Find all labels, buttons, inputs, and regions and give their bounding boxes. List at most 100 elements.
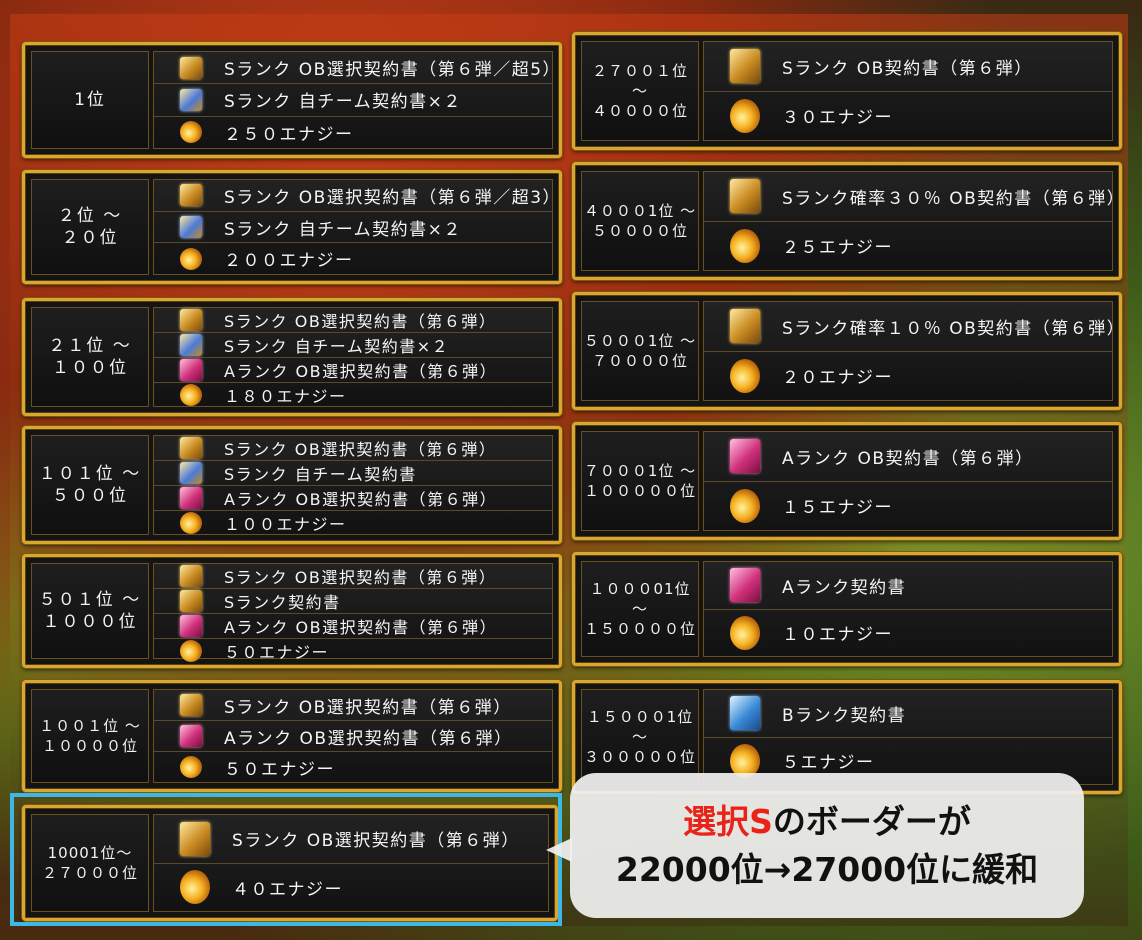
- reward-item-label: Aランク OB契約書（第６弾）: [782, 448, 1034, 469]
- reward-item-list: Bランク契約書 ５エナジー: [703, 689, 1113, 785]
- reward-item: ３０エナジー: [704, 90, 1112, 141]
- reward-item: Aランク契約書: [704, 562, 1112, 609]
- reward-item-label: Sランク 自チーム契約書×２: [224, 337, 450, 356]
- reward-item: １５エナジー: [704, 480, 1112, 531]
- reward-item-label: Sランク確率１０％ OB契約書（第６弾）: [782, 318, 1126, 339]
- reward-item-list: Sランク確率１０％ OB契約書（第６弾） ２０エナジー: [703, 301, 1124, 401]
- rank-range-label: １０００01位 ～ １５００００位: [581, 561, 699, 657]
- rank-range-label: １５０００1位 ～ ３０００００位: [581, 689, 699, 785]
- callout-bubble: 選択Sのボーダーが 22000位→27000位に緩和: [570, 773, 1084, 918]
- left-reward-row: ２１位 ～ １００位 Sランク OB選択契約書（第６弾） Sランク 自チーム契約書×…: [22, 298, 562, 416]
- reward-item-label: Sランク確率３０％ OB契約書（第６弾）: [782, 188, 1126, 209]
- reward-item-label: Sランク OB選択契約書（第６弾）: [224, 568, 497, 587]
- reward-item: １０エナジー: [704, 608, 1112, 657]
- left-reward-row: 1位 Sランク OB選択契約書（第６弾／超5） Sランク 自チーム契約書×２ ２５０エ…: [22, 42, 562, 158]
- reward-item-label: １８０エナジー: [224, 387, 347, 406]
- reward-item: Sランク OB選択契約書（第６弾）: [154, 308, 552, 332]
- callout-line-2: 22000位→27000位に緩和: [615, 849, 1039, 889]
- callout-highlight-text: 選択S: [683, 801, 773, 841]
- energy-icon: [730, 358, 760, 393]
- reward-item-label: Aランク OB選択契約書（第６弾）: [224, 490, 498, 509]
- reward-item: Sランク 自チーム契約書×２: [154, 210, 552, 243]
- s-contract-blue-icon: [180, 88, 202, 111]
- energy-icon: [180, 512, 202, 534]
- reward-item-label: ５０エナジー: [224, 643, 330, 662]
- rank-range-label: ５０１位 ～ １０００位: [31, 563, 149, 659]
- reward-item-label: Sランク OB契約書（第６弾）: [782, 58, 1033, 79]
- reward-item-label: ２０エナジー: [782, 368, 893, 389]
- reward-item: Aランク OB選択契約書（第６弾）: [154, 720, 552, 751]
- rank-range-label: １０１位 ～ ５００位: [31, 435, 149, 535]
- right-reward-row: ５０００1位 ～ ７００００位 Sランク確率１０％ OB契約書（第６弾） ２０エナジ…: [572, 292, 1124, 410]
- reward-item: ５０エナジー: [154, 751, 552, 782]
- s-contract-gold-icon: [730, 179, 760, 214]
- reward-item: Aランク OB契約書（第６弾）: [704, 432, 1112, 481]
- rank-range-label: １００１位 ～ １００００位: [31, 689, 149, 783]
- reward-item: Sランク契約書: [154, 588, 552, 613]
- reward-item-label: Aランク OB選択契約書（第６弾）: [224, 618, 498, 637]
- reward-item-label: Aランク契約書: [782, 577, 907, 598]
- reward-item-label: ３０エナジー: [782, 108, 893, 129]
- reward-item-label: Aランク OB選択契約書（第６弾）: [224, 362, 498, 381]
- reward-item: Sランク OB選択契約書（第６弾／超5）: [154, 52, 560, 83]
- energy-icon: [180, 247, 202, 270]
- right-reward-row: ４０００1位 ～ ５００００位 Sランク確率３０％ OB契約書（第６弾） ２５エナジ…: [572, 162, 1126, 280]
- reward-item-list: Sランク OB選択契約書（第６弾） Sランク 自チーム契約書×２ Aランク OB選択…: [153, 307, 553, 407]
- right-reward-row: ２７００１位 ～ ４００００位 Sランク OB契約書（第６弾） ３０エナジー: [572, 32, 1122, 150]
- reward-item-label: Sランク 自チーム契約書×２: [224, 92, 462, 113]
- callout-text: のボーダーが: [772, 801, 971, 841]
- reward-item: Aランク OB選択契約書（第６弾）: [154, 357, 552, 382]
- reward-item: Sランク OB選択契約書（第６弾）: [154, 690, 552, 720]
- reward-item: Sランク OB選択契約書（第６弾）: [154, 564, 552, 588]
- a-contract-pink-icon: [180, 359, 202, 381]
- reward-item-label: ２００エナジー: [224, 251, 354, 272]
- a-contract-pink-icon: [180, 487, 202, 509]
- left-reward-row: ２位 ～ ２０位 Sランク OB選択契約書（第６弾／超3） Sランク 自チーム契約書…: [22, 170, 562, 284]
- reward-item-label: Sランク OB選択契約書（第６弾）: [224, 312, 497, 331]
- right-reward-row: １０００01位 ～ １５００００位 Aランク契約書 １０エナジー: [572, 552, 1122, 666]
- reward-item-list: Aランク契約書 １０エナジー: [703, 561, 1113, 657]
- energy-icon: [180, 640, 202, 662]
- reward-item: Sランク確率１０％ OB契約書（第６弾）: [704, 302, 1124, 351]
- s-contract-gold-icon: [730, 49, 760, 84]
- reward-item-label: ２５０エナジー: [224, 124, 354, 145]
- rank-range-label: ４０００1位 ～ ５００００位: [581, 171, 699, 271]
- reward-item-label: Aランク OB選択契約書（第６弾）: [224, 728, 513, 749]
- reward-item-label: Sランク OB選択契約書（第６弾）: [224, 440, 497, 459]
- reward-item: Sランク 自チーム契約書×２: [154, 83, 552, 115]
- reward-item-label: １０エナジー: [782, 625, 893, 646]
- energy-icon: [180, 121, 202, 144]
- s-contract-gold-icon: [180, 694, 202, 716]
- s-contract-blue-icon: [180, 216, 202, 238]
- reward-item-list: Aランク OB契約書（第６弾） １５エナジー: [703, 431, 1113, 531]
- reward-item: Aランク OB選択契約書（第６弾）: [154, 485, 552, 510]
- callout-line-1: 選択Sのボーダーが: [683, 798, 971, 846]
- a-contract-pink-icon: [180, 615, 202, 637]
- reward-item-label: Sランク契約書: [224, 593, 341, 612]
- s-contract-gold-icon: [180, 56, 202, 79]
- reward-item: Sランク OB選択契約書（第６弾）: [154, 436, 552, 460]
- callout-tail: [546, 838, 572, 862]
- left-reward-row: １０１位 ～ ５００位 Sランク OB選択契約書（第６弾） Sランク 自チーム契約書…: [22, 426, 562, 544]
- reward-item-label: Sランク OB選択契約書（第６弾／超5）: [224, 60, 562, 81]
- reward-item-label: ５０エナジー: [224, 759, 335, 780]
- reward-item: ２０エナジー: [704, 350, 1112, 401]
- s-contract-blue-icon: [180, 462, 202, 484]
- reward-item-label: Sランク OB選択契約書（第６弾）: [224, 697, 512, 718]
- reward-item: Sランク 自チーム契約書×２: [154, 332, 552, 357]
- reward-item: Sランク OB契約書（第６弾）: [704, 42, 1112, 91]
- reward-item-list: Sランク OB選択契約書（第６弾） Sランク契約書 Aランク OB選択契約書（第６弾…: [153, 563, 553, 662]
- s-contract-gold-icon: [180, 309, 202, 331]
- reward-table-screen: 1位 Sランク OB選択契約書（第６弾／超5） Sランク 自チーム契約書×２ ２５０エ…: [0, 0, 1142, 940]
- rank-range-label: 1位: [31, 51, 149, 149]
- s-contract-gold-icon: [180, 437, 202, 459]
- reward-item: ５０エナジー: [154, 638, 552, 663]
- rank-range-label: ２位 ～ ２０位: [31, 179, 149, 275]
- a-contract-pink-icon: [730, 568, 760, 603]
- b-contract-blue-icon: [730, 696, 760, 731]
- reward-item: Sランク OB選択契約書（第６弾／超3）: [154, 180, 560, 211]
- reward-item-label: Sランク 自チーム契約書×２: [224, 219, 462, 240]
- reward-item-list: Sランク OB選択契約書（第６弾） Aランク OB選択契約書（第６弾） ５０エナジー: [153, 689, 553, 783]
- a-contract-pink-icon: [730, 439, 760, 474]
- reward-item-label: Bランク契約書: [782, 705, 907, 726]
